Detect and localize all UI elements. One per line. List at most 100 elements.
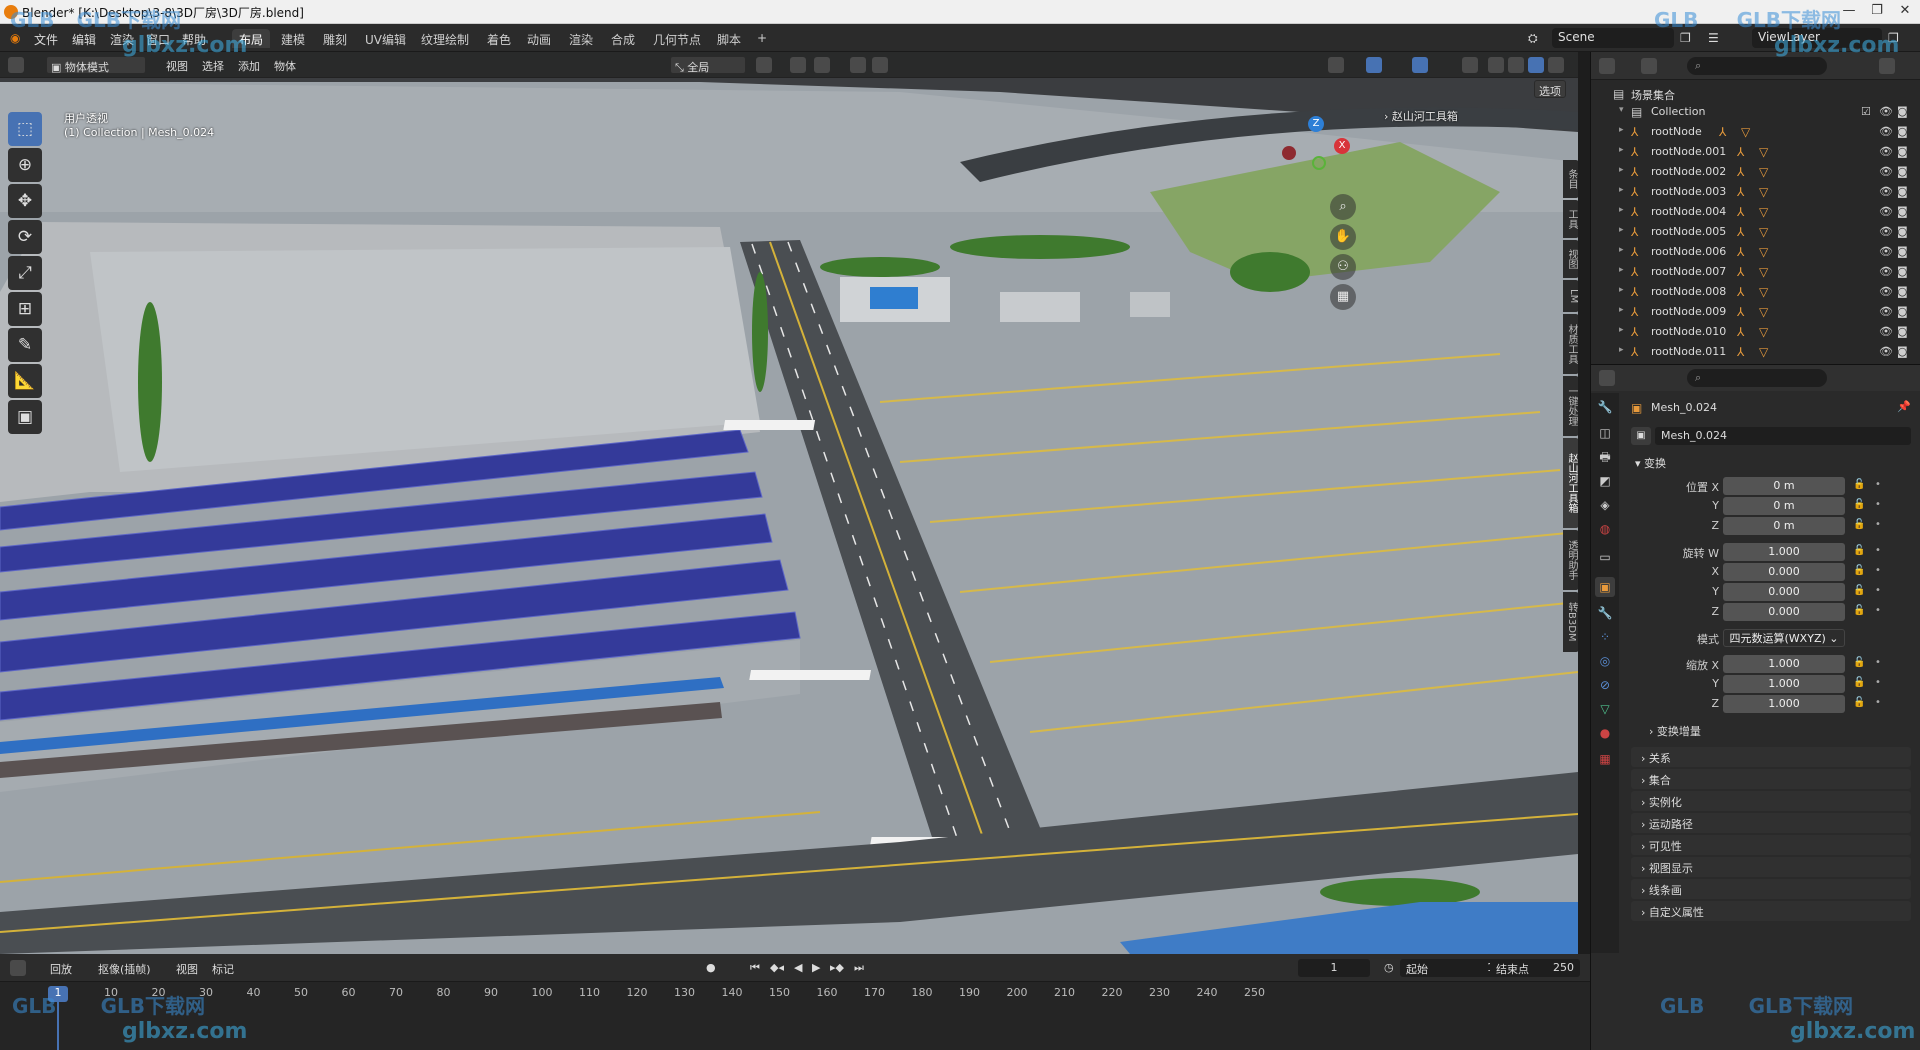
outliner-item-row[interactable]: ▸ ⅄ rootNode.011 ⅄ ▽ 👁 ◙ — [1591, 342, 1920, 362]
expand-arrow-icon[interactable]: ▸ — [1619, 165, 1624, 175]
mesh-data-icon[interactable]: ▽ — [1759, 325, 1768, 339]
eye-icon[interactable]: 👁 — [1879, 325, 1893, 338]
mesh-data-icon[interactable]: ▽ — [1759, 205, 1768, 219]
outliner-item-row[interactable]: ▸ ⅄ rootNode.006 ⅄ ▽ 👁 ◙ — [1591, 242, 1920, 262]
outliner-item-row[interactable]: ▸ ⅄ rootNode ⅄ ▽ 👁 ◙ — [1591, 122, 1920, 142]
keyframe-dot-icon[interactable]: • — [1875, 677, 1881, 688]
mesh-data-icon[interactable]: ▽ — [1759, 165, 1768, 179]
tab-compositing[interactable]: 合成 — [604, 29, 642, 48]
eye-icon[interactable]: 👁 — [1879, 305, 1893, 318]
location-z-field[interactable]: 0 m — [1723, 517, 1845, 535]
tab-uv[interactable]: UV编辑 — [358, 29, 413, 48]
scale-x-field[interactable]: 1.000 — [1723, 655, 1845, 673]
tab-zhaoshanhe-toolbox[interactable]: 赵山河工具箱 — [1563, 438, 1578, 528]
rendered-shading-icon[interactable] — [1548, 57, 1564, 73]
tool-tab-icon[interactable]: 🔧 — [1595, 397, 1615, 417]
menu-keying[interactable]: 抠像(插帧) — [94, 959, 155, 977]
data-tab-icon[interactable]: ▽ — [1595, 699, 1615, 719]
particles-tab-icon[interactable]: ⁘ — [1595, 627, 1615, 647]
expand-arrow-icon[interactable]: ▸ — [1619, 265, 1624, 275]
lock-icon[interactable]: 🔓 — [1853, 545, 1865, 556]
next-keyframe-icon[interactable]: ▸◆ — [826, 959, 848, 977]
pin-icon[interactable]: 📌 — [1897, 400, 1911, 413]
eye-icon[interactable]: 👁 — [1879, 145, 1893, 158]
armature-icon[interactable]: ⅄ — [1737, 185, 1744, 199]
location-y-field[interactable]: 0 m — [1723, 497, 1845, 515]
properties-section[interactable]: › 视图显示 — [1631, 857, 1911, 877]
scale-y-field[interactable]: 1.000 — [1723, 675, 1845, 693]
transform-tool-icon[interactable]: ⊞ — [8, 292, 42, 326]
checkbox-icon[interactable]: ☑ — [1861, 105, 1871, 118]
lock-icon[interactable]: 🔓 — [1853, 605, 1865, 616]
properties-search-input[interactable]: ⌕ — [1687, 369, 1827, 387]
output-tab-icon[interactable]: 🖶 — [1595, 447, 1615, 467]
tab-lm[interactable]: LM — [1563, 280, 1578, 312]
outliner-collection-row[interactable]: ▾ ▤ Collection ☑ 👁 ◙ — [1591, 102, 1920, 122]
rotation-mode-dropdown[interactable]: 四元数运算(WXYZ) ⌄ — [1723, 629, 1845, 647]
mesh-data-icon[interactable]: ▽ — [1759, 245, 1768, 259]
add-cube-tool-icon[interactable]: ▣ — [8, 400, 42, 434]
mesh-data-icon[interactable]: ▽ — [1759, 225, 1768, 239]
add-workspace-button[interactable]: + — [750, 29, 774, 48]
mesh-data-icon[interactable]: ▽ — [1759, 285, 1768, 299]
camera-render-icon[interactable]: ◙ — [1897, 245, 1908, 258]
keyframe-dot-icon[interactable]: • — [1875, 697, 1881, 708]
lock-icon[interactable]: 🔓 — [1853, 697, 1865, 708]
tab-view[interactable]: 视图 — [1563, 240, 1578, 278]
keyframe-dot-icon[interactable]: • — [1875, 657, 1881, 668]
outliner-editor-icon[interactable] — [1599, 58, 1615, 74]
properties-section[interactable]: › 可见性 — [1631, 835, 1911, 855]
tab-to-b3dm[interactable]: 转B3DM — [1563, 592, 1578, 652]
eye-icon[interactable]: 👁 — [1879, 105, 1893, 118]
expand-arrow-icon[interactable]: ▸ — [1619, 185, 1624, 195]
mode-dropdown[interactable]: ▣ 物体模式 — [46, 56, 146, 74]
gizmo-y-axis[interactable] — [1312, 156, 1326, 170]
rotation-z-field[interactable]: 0.000 — [1723, 603, 1845, 621]
current-frame-field[interactable]: 1 — [1298, 959, 1370, 977]
move-tool-icon[interactable]: ✥ — [8, 184, 42, 218]
outliner-item-row[interactable]: ▸ ⅄ rootNode.003 ⅄ ▽ 👁 ◙ — [1591, 182, 1920, 202]
properties-editor-icon[interactable] — [1599, 370, 1615, 386]
camera-render-icon[interactable]: ◙ — [1897, 105, 1908, 118]
camera-render-icon[interactable]: ◙ — [1897, 145, 1908, 158]
lock-icon[interactable]: 🔓 — [1853, 479, 1865, 490]
mesh-data-icon[interactable]: ▽ — [1741, 125, 1750, 139]
properties-section[interactable]: › 关系 — [1631, 747, 1911, 767]
tab-texture-paint[interactable]: 纹理绘制 — [414, 29, 476, 48]
expand-arrow-icon[interactable]: ▸ — [1619, 205, 1624, 215]
record-icon[interactable]: ● — [702, 959, 720, 977]
keyframe-dot-icon[interactable]: • — [1875, 545, 1881, 556]
armature-icon[interactable]: ⅄ — [1737, 245, 1744, 259]
camera-render-icon[interactable]: ◙ — [1897, 125, 1908, 138]
armature-icon[interactable]: ⅄ — [1737, 225, 1744, 239]
expand-arrow-icon[interactable]: ▸ — [1619, 285, 1624, 295]
falloff-icon[interactable] — [872, 57, 888, 73]
eye-icon[interactable]: 👁 — [1879, 165, 1893, 178]
mesh-data-icon[interactable]: ▽ — [1759, 145, 1768, 159]
tab-shading[interactable]: 着色 — [480, 29, 518, 48]
camera-render-icon[interactable]: ◙ — [1897, 285, 1908, 298]
lock-icon[interactable]: 🔓 — [1853, 565, 1865, 576]
tab-modeling[interactable]: 建模 — [274, 29, 312, 48]
display-mode-icon[interactable] — [1641, 58, 1657, 74]
eye-icon[interactable]: 👁 — [1879, 205, 1893, 218]
lock-icon[interactable]: 🔓 — [1853, 677, 1865, 688]
editor-type-icon[interactable] — [8, 57, 24, 73]
toolbox-panel-label[interactable]: › 赵山河工具箱 — [1384, 108, 1458, 124]
outliner-item-row[interactable]: ▸ ⅄ rootNode.002 ⅄ ▽ 👁 ◙ — [1591, 162, 1920, 182]
object-tab-icon[interactable]: ▣ — [1595, 577, 1615, 597]
start-frame-field[interactable]: 起始1 — [1400, 959, 1500, 977]
outliner-item-row[interactable]: ▸ ⅄ rootNode.004 ⅄ ▽ 👁 ◙ — [1591, 202, 1920, 222]
eye-icon[interactable]: 👁 — [1879, 225, 1893, 238]
camera-render-icon[interactable]: ◙ — [1897, 325, 1908, 338]
keyframe-dot-icon[interactable]: • — [1875, 519, 1881, 530]
eye-icon[interactable]: 👁 — [1879, 285, 1893, 298]
armature-icon[interactable]: ⅄ — [1737, 345, 1744, 359]
tab-scripting[interactable]: 脚本 — [710, 29, 748, 48]
menu-playback[interactable]: 回放 — [46, 959, 76, 977]
delta-transform-header[interactable]: › 变换增量 — [1649, 723, 1701, 739]
tab-animation[interactable]: 动画 — [520, 29, 558, 48]
play-reverse-icon[interactable]: ◀ — [790, 959, 806, 977]
material-tab-icon[interactable]: ● — [1595, 723, 1615, 743]
expand-arrow-icon[interactable]: ▸ — [1619, 125, 1624, 135]
